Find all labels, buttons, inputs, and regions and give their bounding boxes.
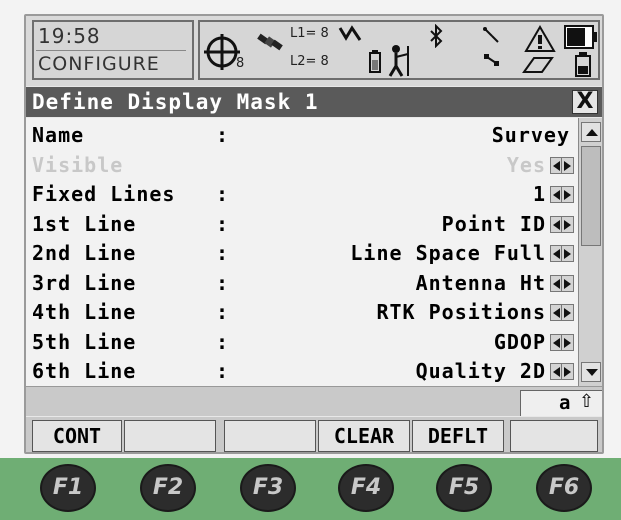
field-value[interactable]: Survey	[492, 123, 570, 147]
input-status-bar: a ⇧	[26, 386, 602, 416]
left-right-arrows-icon[interactable]	[550, 215, 574, 233]
radio-link-icon	[483, 27, 499, 43]
shift-arrow-icon: ⇧	[579, 391, 595, 412]
scrollbar[interactable]	[578, 118, 602, 386]
external-battery-icon	[575, 52, 591, 77]
f5-key[interactable]: F5	[436, 464, 492, 512]
list-item[interactable]: Name: Survey	[26, 120, 578, 150]
field-label: 3rd Line	[32, 270, 137, 295]
field-value[interactable]: RTK Positions	[376, 300, 546, 324]
time-mode-panel: 19:58 CONFIGURE	[32, 20, 194, 80]
field-separator: :	[216, 359, 229, 383]
list-item[interactable]: Visible Yes	[26, 150, 578, 180]
field-label: Visible	[32, 152, 124, 177]
field-label: 5th Line	[32, 329, 137, 354]
list-item[interactable]: 3rd Line: Antenna Ht	[26, 268, 578, 298]
softkey-bar: CONT CLEAR DEFLT	[26, 417, 602, 452]
satellite-count: 8	[236, 56, 245, 71]
field-value[interactable]: 1	[533, 182, 546, 206]
f1-key[interactable]: F1	[40, 464, 96, 512]
field-value[interactable]: GDOP	[494, 330, 546, 354]
left-right-arrows-icon[interactable]	[550, 304, 574, 321]
field-value[interactable]: Antenna Ht	[416, 271, 546, 295]
clock-time: 19:58	[38, 24, 101, 48]
f2-key[interactable]: F2	[140, 464, 196, 512]
l2-satellites: L2= 8	[290, 54, 329, 69]
field-value[interactable]: Yes	[507, 153, 546, 177]
page-title: Define Display Mask 1	[32, 90, 319, 114]
l1-satellites: L1= 8	[290, 26, 329, 41]
field-label: Fixed Lines	[32, 182, 176, 206]
screen: 19:58 CONFIGURE 8 L1= 8 L2= 8 Define Dis…	[24, 14, 604, 454]
surveyor-icon	[388, 45, 409, 77]
field-value[interactable]: Point ID	[442, 212, 546, 236]
field-label: 6th Line	[32, 359, 137, 383]
field-label: 4th Line	[32, 300, 137, 324]
softkey-clear[interactable]: CLEAR	[318, 420, 410, 452]
internal-battery-icon	[369, 50, 381, 73]
field-separator: :	[216, 270, 229, 295]
field-label: Name	[32, 123, 85, 147]
memory-card-icon	[522, 57, 554, 73]
battery-icon	[564, 25, 597, 49]
left-right-arrows-icon[interactable]	[550, 274, 574, 292]
status-icons-panel: 8 L1= 8 L2= 8	[198, 20, 600, 80]
input-mode-char: a	[559, 392, 571, 414]
field-separator: :	[216, 241, 229, 265]
divider	[36, 50, 186, 51]
left-right-arrows-icon[interactable]	[550, 186, 574, 203]
field-value[interactable]: Line Space Full	[350, 241, 546, 265]
left-right-arrows-icon[interactable]	[550, 333, 574, 351]
function-key-bar: F1 F2 F3 F4 F5 F6	[0, 458, 621, 520]
softkey-deflt[interactable]: DEFLT	[412, 420, 504, 452]
warning-icon	[524, 25, 556, 52]
signal-icon	[338, 25, 362, 41]
list-item[interactable]: 1st Line: Point ID	[26, 209, 578, 239]
left-right-arrows-icon[interactable]	[550, 245, 574, 262]
field-separator: :	[216, 329, 229, 354]
list-item[interactable]: 4th Line: RTK Positions	[26, 297, 578, 327]
field-label: 1st Line	[32, 211, 137, 236]
input-mode-indicator: a ⇧	[520, 390, 602, 416]
field-separator: :	[216, 182, 229, 206]
list-item[interactable]: Fixed Lines: 1	[26, 179, 578, 209]
bluetooth-icon	[430, 24, 443, 48]
field-separator: :	[216, 300, 229, 324]
field-separator: :	[216, 211, 229, 236]
mode-label: CONFIGURE	[38, 53, 160, 75]
field-value[interactable]: Quality 2D	[416, 359, 546, 383]
f3-key[interactable]: F3	[240, 464, 296, 512]
left-right-arrows-icon[interactable]	[550, 156, 574, 174]
field-separator: :	[216, 123, 229, 147]
list-item[interactable]: 5th Line: GDOP	[26, 327, 578, 357]
satellite-icon	[257, 33, 283, 51]
scroll-up-arrow-icon[interactable]	[581, 122, 601, 142]
scroll-thumb[interactable]	[581, 146, 601, 246]
status-bar: 19:58 CONFIGURE 8 L1= 8 L2= 8	[26, 16, 602, 86]
softkey-cont[interactable]: CONT	[32, 420, 122, 452]
title-bar: Define Display Mask 1 X	[26, 87, 602, 117]
softkey-f6[interactable]	[510, 420, 598, 452]
network-icon	[484, 54, 499, 66]
left-right-arrows-icon[interactable]	[550, 363, 574, 380]
list-item[interactable]: 6th Line: Quality 2D	[26, 356, 578, 386]
list-item[interactable]: 2nd Line: Line Space Full	[26, 238, 578, 268]
close-button[interactable]: X	[572, 90, 598, 114]
field-label: 2nd Line	[32, 241, 137, 265]
settings-list: Name: Survey Visible Yes Fixed Lines: 1 1st Li…	[26, 118, 602, 386]
scroll-down-arrow-icon[interactable]	[581, 362, 601, 382]
softkey-f2[interactable]	[124, 420, 216, 452]
softkey-f3[interactable]	[224, 420, 316, 452]
device-frame: 19:58 CONFIGURE 8 L1= 8 L2= 8 Define Dis…	[0, 0, 621, 520]
f4-key[interactable]: F4	[338, 464, 394, 512]
f6-key[interactable]: F6	[536, 464, 592, 512]
